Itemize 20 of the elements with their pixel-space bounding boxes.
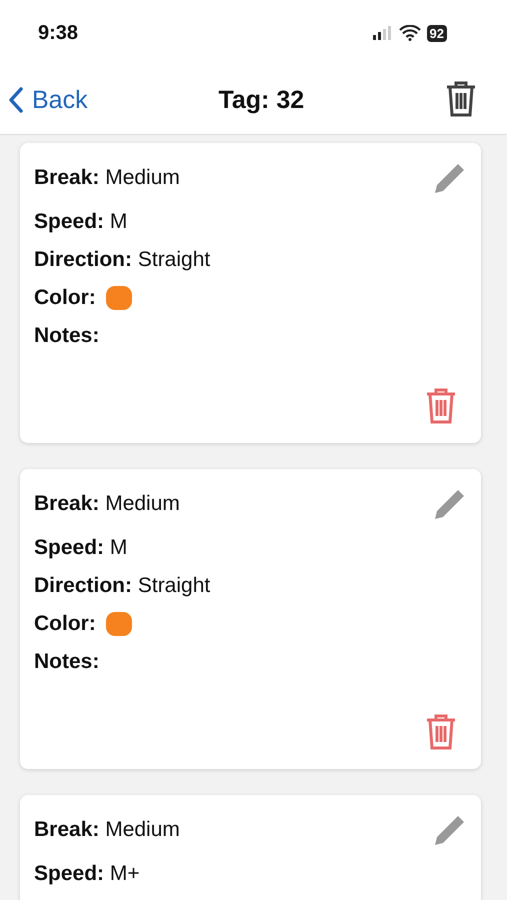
delete-tag-button[interactable] xyxy=(444,80,477,120)
field-text: Speed: M xyxy=(34,536,128,560)
field-text: Direction: Straight xyxy=(34,248,210,272)
field-text: Break: Medium xyxy=(34,492,180,516)
wifi-icon xyxy=(398,25,421,41)
field-label: Color: xyxy=(34,612,96,636)
field-text: Notes: xyxy=(34,650,100,674)
status-time: 9:38 xyxy=(38,22,78,44)
field-text: Break: Medium xyxy=(34,818,180,842)
chevron-left-icon xyxy=(8,87,24,113)
signal-icon xyxy=(372,26,393,40)
battery-level: 92 xyxy=(426,24,447,42)
back-link[interactable]: Back xyxy=(8,86,88,114)
field-text: Direction: Straight xyxy=(34,574,210,598)
field-text: Speed: M xyxy=(34,210,128,234)
field-text: Speed: M+ xyxy=(34,862,140,886)
field-text: Notes: xyxy=(34,324,100,348)
field-label: Color: xyxy=(34,286,96,310)
field-text: Break: Medium xyxy=(34,166,180,190)
page-title: Tag: 32 xyxy=(218,86,304,114)
